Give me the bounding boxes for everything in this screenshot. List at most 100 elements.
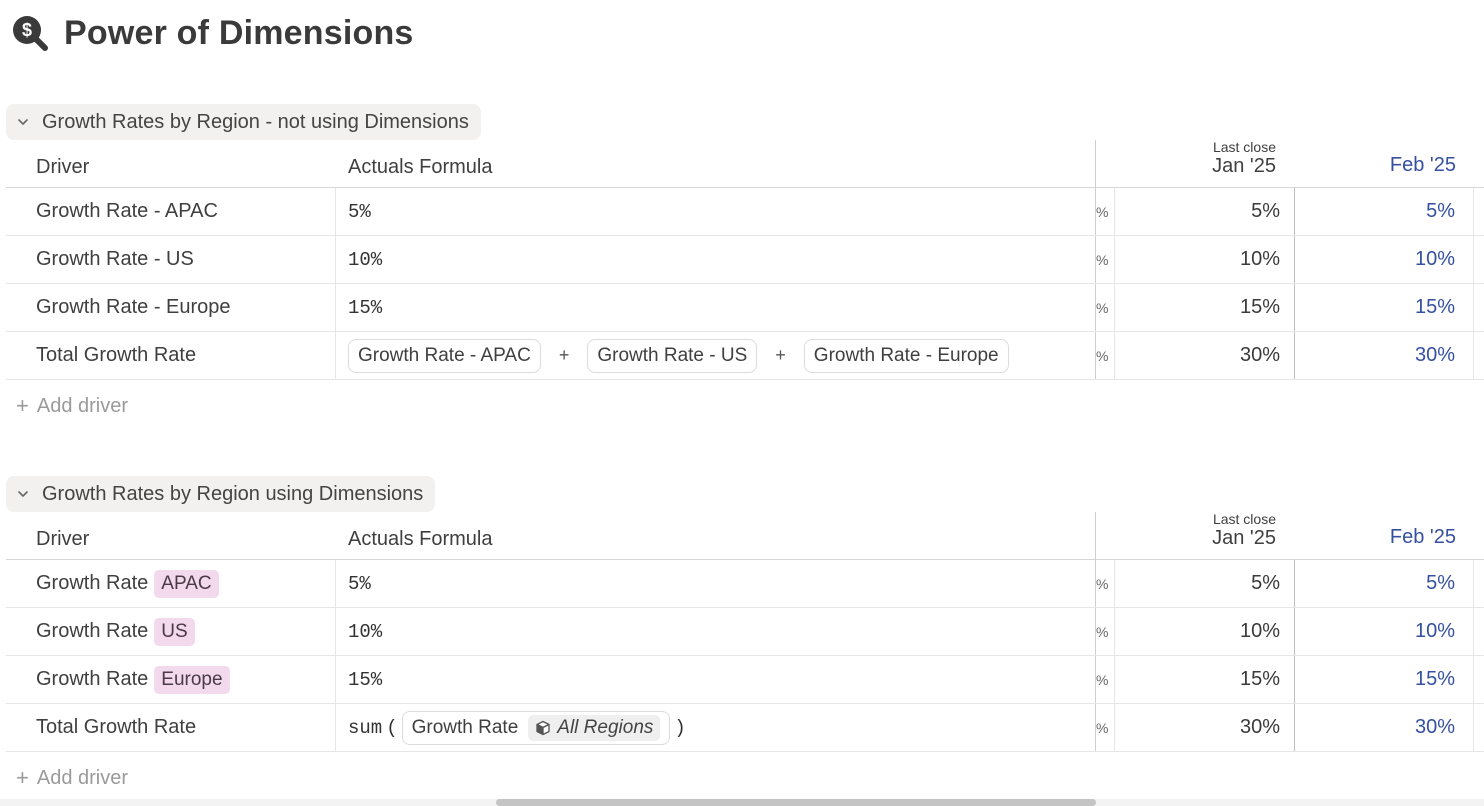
column-divider (1095, 140, 1096, 188)
formula-cell[interactable]: sum ( Growth Rate All Regions) (335, 704, 1095, 751)
scrollbar-thumb[interactable] (496, 799, 1096, 806)
dimension-tag: US (154, 617, 195, 646)
open-paren: ( (386, 716, 398, 739)
table-header: Driver Actuals Formula Last close Jan '2… (6, 139, 1484, 188)
formula-cell[interactable]: Growth Rate - APAC + Growth Rate - US + … (335, 332, 1095, 379)
driver-label: Growth Rate (36, 620, 149, 642)
table-row[interactable]: Growth Rate Europe 15% % 15% 15% (6, 656, 1484, 704)
column-header-driver: Driver (36, 156, 90, 178)
table-header: Driver Actuals Formula Last close Jan '2… (6, 511, 1484, 560)
last-close-label: Last close (1212, 511, 1276, 527)
jan-value[interactable]: 5% (1114, 188, 1294, 235)
drivers-table: Driver Actuals Formula Last close Jan '2… (6, 511, 1484, 804)
driver-label: Growth Rate (36, 668, 149, 690)
jan-value[interactable]: 10% (1114, 236, 1294, 283)
truncated-cell: % (1095, 704, 1114, 751)
table-row[interactable]: Growth Rate APAC 5% % 5% 5% (6, 560, 1484, 608)
column-header-jan: Last close Jan '25 (1212, 139, 1276, 177)
driver-reference-chip[interactable]: Growth Rate All Regions (401, 710, 671, 745)
truncated-cell: % (1095, 188, 1114, 235)
add-driver-button[interactable]: + Add driver (6, 380, 1484, 432)
feb-value[interactable]: 5% (1294, 188, 1474, 235)
truncated-cell: % (1095, 236, 1114, 283)
driver-name[interactable]: Growth Rate - Europe (36, 284, 231, 331)
table-row[interactable]: Growth Rate US 10% % 10% 10% (6, 608, 1484, 656)
driver-reference-chip[interactable]: Growth Rate - Europe (803, 338, 1009, 373)
chip-label: Growth Rate (411, 716, 519, 738)
block-title-toggle[interactable]: Growth Rates by Region using Dimensions (6, 476, 436, 512)
column-header-feb: Feb '25 (1389, 526, 1456, 548)
table-row[interactable]: Growth Rate - APAC 5% % 5% 5% (6, 188, 1484, 236)
table-row[interactable]: Total Growth Rate sum ( Growth Rate All … (6, 704, 1484, 752)
block-title-label: Growth Rates by Region using Dimensions (42, 482, 424, 505)
jan-value[interactable]: 30% (1114, 332, 1294, 379)
all-regions-label: All Regions (557, 716, 654, 738)
truncated-cell: % (1095, 560, 1114, 607)
driver-block-dimensions: Growth Rates by Region using Dimensions … (6, 476, 1484, 804)
dimension-tag: Europe (154, 665, 230, 694)
table-row[interactable]: Total Growth Rate Growth Rate - APAC + G… (6, 332, 1484, 380)
feb-value[interactable]: 10% (1294, 236, 1474, 283)
driver-reference-chip[interactable]: Growth Rate - US (587, 338, 758, 373)
plus-operator: + (558, 345, 570, 365)
cube-icon (535, 720, 551, 736)
formula-cell[interactable]: 10% (335, 608, 1095, 655)
jan-value[interactable]: 15% (1114, 656, 1294, 703)
driver-block-no-dimensions: Growth Rates by Region - not using Dimen… (6, 104, 1484, 432)
column-header-driver: Driver (36, 528, 90, 550)
last-close-label: Last close (1212, 139, 1276, 155)
truncated-cell: % (1095, 284, 1114, 331)
plus-icon: + (16, 765, 29, 790)
truncated-cell: % (1095, 332, 1114, 379)
feb-value[interactable]: 30% (1294, 704, 1474, 751)
page-title: Power of Dimensions (64, 13, 414, 52)
feb-value[interactable]: 30% (1294, 332, 1474, 379)
driver-label: Growth Rate (36, 572, 149, 594)
formula-cell[interactable]: 15% (335, 656, 1095, 703)
block-title-toggle[interactable]: Growth Rates by Region - not using Dimen… (6, 104, 481, 140)
plus-operator: + (775, 345, 786, 365)
close-paren: ) (674, 716, 686, 739)
column-header-formula: Actuals Formula (348, 528, 493, 550)
formula-cell[interactable]: 10% (335, 236, 1095, 283)
driver-name[interactable]: Growth Rate APAC (36, 560, 219, 607)
jan-value[interactable]: 10% (1114, 608, 1294, 655)
formula-cell[interactable]: 15% (335, 284, 1095, 331)
table-row[interactable]: Growth Rate - US 10% % 10% 10% (6, 236, 1484, 284)
search-dollar-icon: $ (10, 13, 50, 53)
dimension-filter[interactable]: All Regions (528, 714, 661, 741)
add-driver-button[interactable]: + Add driver (6, 752, 1484, 804)
table-row[interactable]: Growth Rate - Europe 15% % 15% 15% (6, 284, 1484, 332)
block-title-label: Growth Rates by Region - not using Dimen… (42, 110, 469, 133)
driver-name[interactable]: Growth Rate - APAC (36, 188, 218, 235)
driver-reference-chip[interactable]: Growth Rate - APAC (348, 338, 541, 373)
plus-icon: + (16, 393, 29, 418)
sum-function: sum (348, 716, 383, 739)
jan-value[interactable]: 15% (1114, 284, 1294, 331)
feb-value[interactable]: 5% (1294, 560, 1474, 607)
truncated-cell: % (1095, 656, 1114, 703)
driver-name[interactable]: Total Growth Rate (36, 704, 196, 751)
driver-name[interactable]: Growth Rate Europe (36, 656, 230, 703)
chevron-down-icon (14, 485, 32, 503)
page-header: $ Power of Dimensions (10, 10, 414, 56)
jan-value[interactable]: 5% (1114, 560, 1294, 607)
feb-value[interactable]: 15% (1294, 284, 1474, 331)
add-driver-label: Add driver (36, 394, 129, 417)
column-header-feb: Feb '25 (1389, 154, 1456, 176)
feb-value[interactable]: 10% (1294, 608, 1474, 655)
formula-cell[interactable]: 5% (335, 188, 1095, 235)
formula-cell[interactable]: 5% (335, 560, 1095, 607)
dimension-tag: APAC (154, 569, 219, 598)
driver-name[interactable]: Growth Rate US (36, 608, 195, 655)
column-divider (1095, 512, 1096, 560)
jan-label: Jan '25 (1212, 155, 1276, 177)
driver-name[interactable]: Total Growth Rate (36, 332, 196, 379)
jan-label: Jan '25 (1212, 527, 1276, 549)
jan-value[interactable]: 30% (1114, 704, 1294, 751)
driver-name[interactable]: Growth Rate - US (36, 236, 194, 283)
feb-value[interactable]: 15% (1294, 656, 1474, 703)
drivers-table: Driver Actuals Formula Last close Jan '2… (6, 139, 1484, 432)
truncated-cell: % (1095, 608, 1114, 655)
add-driver-label: Add driver (36, 766, 129, 789)
